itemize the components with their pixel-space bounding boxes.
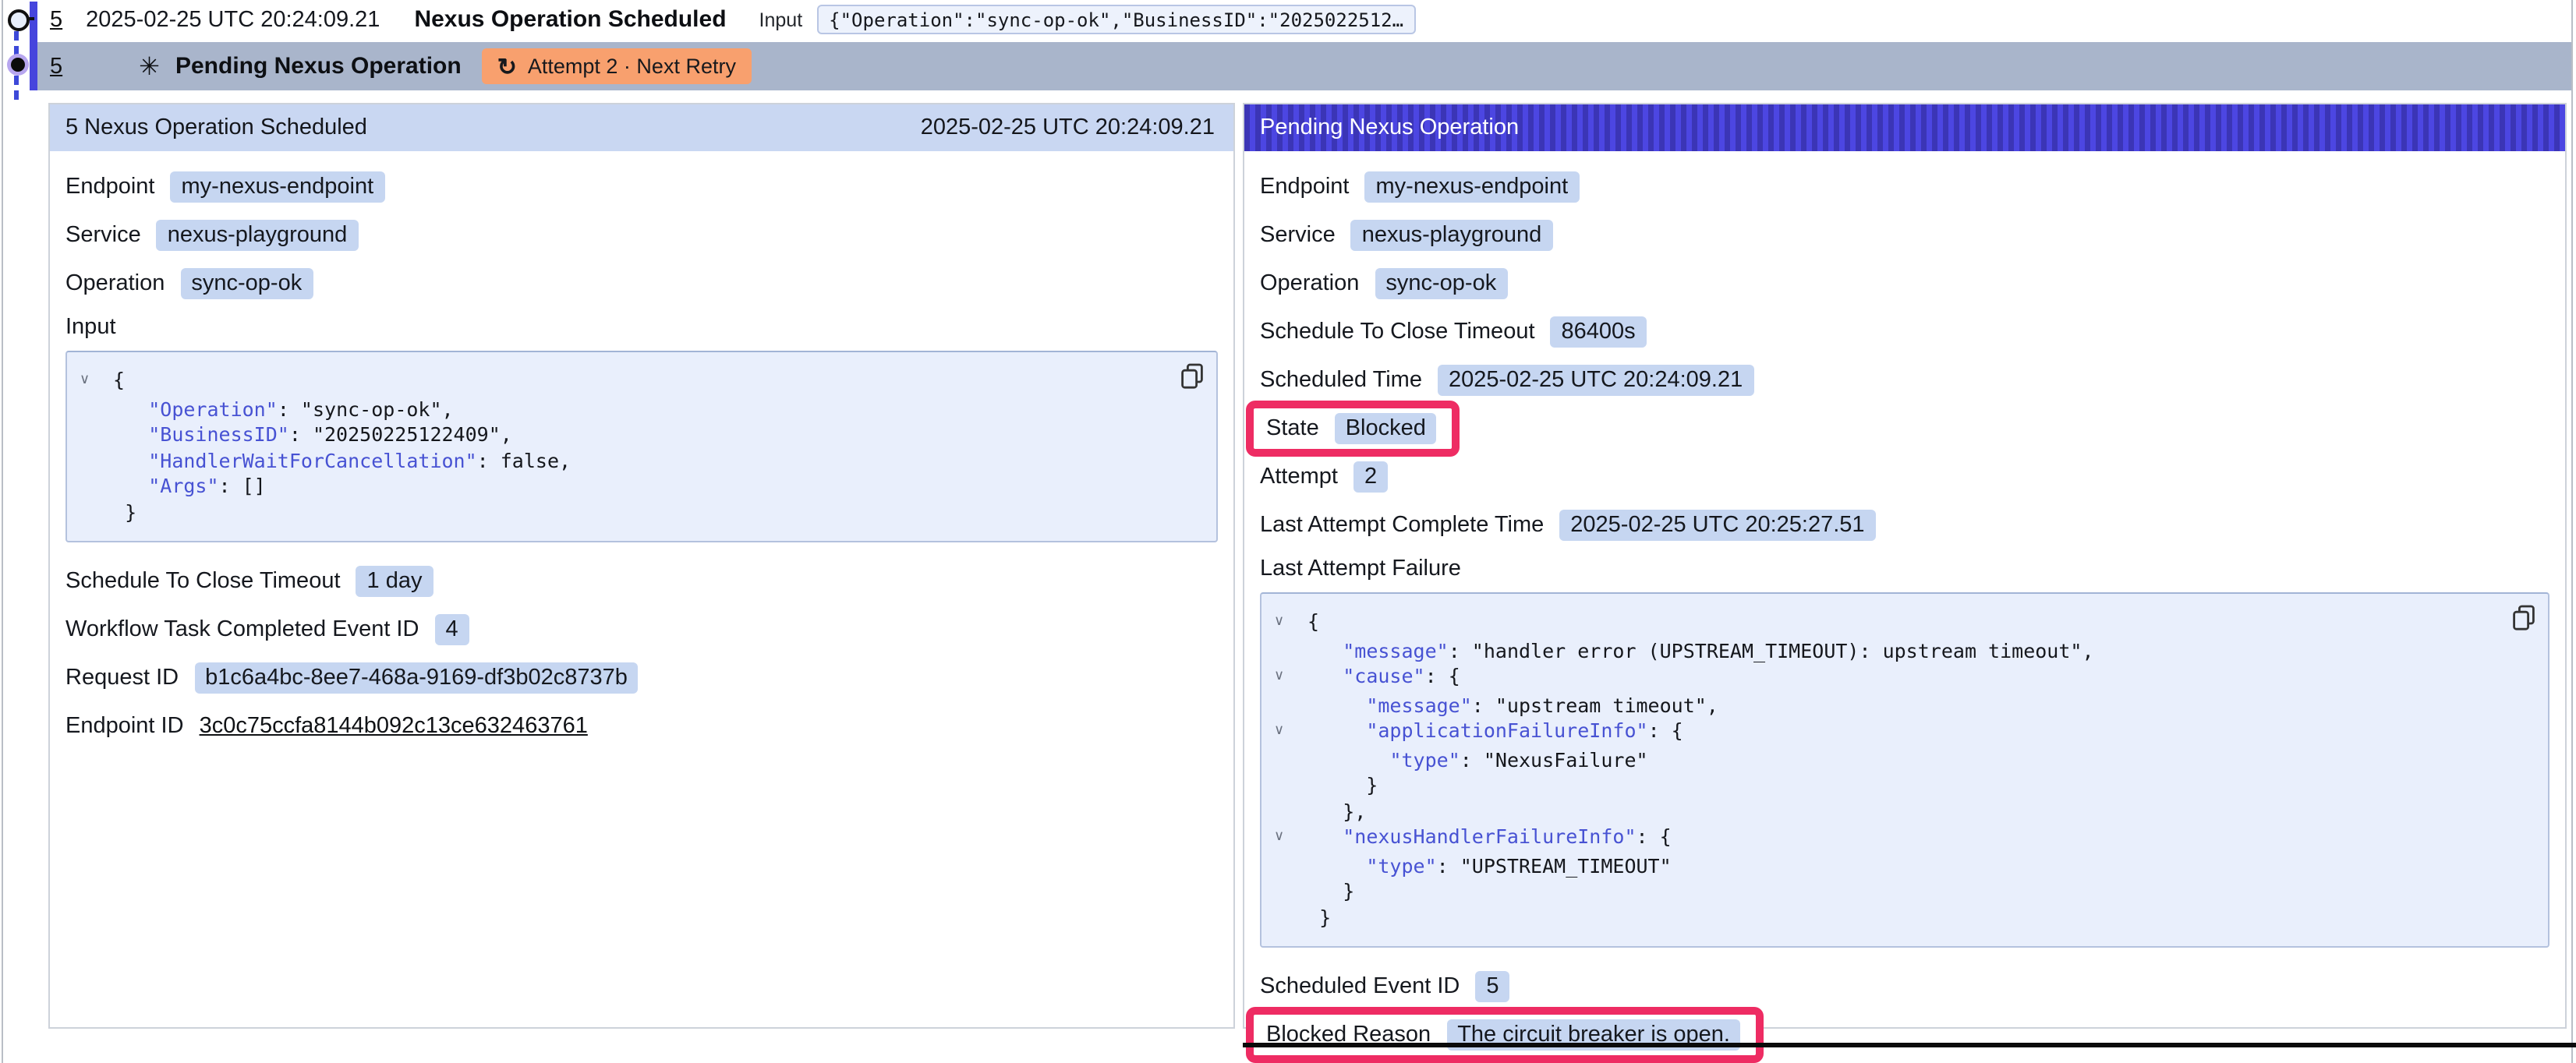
collapse-chevron-icon[interactable]: ∨ <box>1274 664 1296 690</box>
field-attempt: Attempt 2 <box>1260 460 2549 494</box>
field-label: Scheduled Event ID <box>1260 974 1460 999</box>
event-detail-panel: 5 Nexus Operation Scheduled 2025-02-25 U… <box>48 103 1235 1029</box>
field-endpoint: Endpoint my-nexus-endpoint <box>1260 170 2549 204</box>
field-value-chip: 2025-02-25 UTC 20:24:09.21 <box>1438 365 1753 396</box>
field-value-chip: 86400s <box>1551 316 1647 348</box>
pending-row-title: Pending Nexus Operation <box>175 53 462 79</box>
event-id-link[interactable]: 5 <box>50 7 62 32</box>
copy-icon[interactable] <box>1180 363 1204 390</box>
field-value-chip: my-nexus-endpoint <box>1365 171 1580 203</box>
field-label: Operation <box>65 271 165 296</box>
input-section-label: Input <box>65 315 1218 340</box>
field-label: Scheduled Time <box>1260 368 1422 393</box>
field-value-chip: 1 day <box>356 566 433 597</box>
timeline-filled-circle-icon <box>11 58 25 72</box>
collapse-chevron-icon[interactable]: ∨ <box>80 368 101 394</box>
input-json-viewer: ∨ { "Operation": "sync-op-ok", "Business… <box>65 351 1218 542</box>
event-history-view: 5 2025-02-25 UTC 20:24:09.21 Nexus Opera… <box>0 0 2576 1063</box>
state-highlight-annotation: State Blocked <box>1246 401 1460 457</box>
pending-event-id-link[interactable]: 5 <box>50 54 62 79</box>
field-label: Endpoint ID <box>65 714 184 739</box>
field-value-chip: nexus-playground <box>1351 220 1553 251</box>
field-label: Service <box>1260 223 1336 248</box>
timeline-open-circle-icon <box>8 9 30 31</box>
page-left-border <box>2 0 3 1063</box>
collapse-chevron-icon[interactable]: ∨ <box>1274 825 1296 850</box>
collapse-chevron-icon[interactable]: ∨ <box>1274 719 1296 744</box>
field-label: Service <box>65 223 141 248</box>
event-detail-header-timestamp: 2025-02-25 UTC 20:24:09.21 <box>921 115 1215 140</box>
field-endpoint-id: Endpoint ID 3c0c75ccfa8144b092c13ce63246… <box>65 709 1218 743</box>
field-label: Attempt <box>1260 464 1338 489</box>
nexus-asterisk-icon: ✳ <box>139 51 160 82</box>
endpoint-id-link[interactable]: 3c0c75ccfa8144b092c13ce632463761 <box>200 714 588 739</box>
field-label: Endpoint <box>1260 175 1350 200</box>
viewport-bottom-line <box>1243 1043 2576 1047</box>
field-value-chip: my-nexus-endpoint <box>171 171 385 203</box>
field-label: Workflow Task Completed Event ID <box>65 617 419 642</box>
field-service: Service nexus-playground <box>65 218 1218 253</box>
event-input-preview-chip: {"Operation":"sync-op-ok","BusinessID":"… <box>816 5 1416 34</box>
event-input-label: Input <box>759 9 803 30</box>
field-blocked-reason: Blocked Reason The circuit breaker is op… <box>1260 1018 2549 1052</box>
field-value-chip: b1c6a4bc-8ee7-468a-9169-df3b02c8737b <box>194 662 639 694</box>
retry-attempt-badge: ↻ Attempt 2 · Next Retry <box>482 48 752 84</box>
retry-badge-label: Attempt 2 · Next Retry <box>528 55 736 78</box>
field-value-chip: 4 <box>434 614 469 645</box>
last-attempt-failure-label: Last Attempt Failure <box>1260 556 2549 581</box>
field-label: State <box>1266 416 1319 441</box>
collapse-chevron-icon[interactable]: ∨ <box>1274 609 1296 635</box>
event-timestamp: 2025-02-25 UTC 20:24:09.21 <box>86 7 380 32</box>
event-detail-body: Endpoint my-nexus-endpoint Service nexus… <box>50 151 1233 743</box>
input-json-content: ∨ { "Operation": "sync-op-ok", "Business… <box>80 368 1163 525</box>
field-endpoint: Endpoint my-nexus-endpoint <box>65 170 1218 204</box>
field-scheduled-time: Scheduled Time 2025-02-25 UTC 20:24:09.2… <box>1260 363 2549 397</box>
field-service: Service nexus-playground <box>1260 218 2549 253</box>
field-scheduled-event-id: Scheduled Event ID 5 <box>1260 969 2549 1004</box>
field-value-chip: sync-op-ok <box>180 268 313 299</box>
field-label: Last Attempt Complete Time <box>1260 513 1544 538</box>
failure-json-content: ∨ { "message": "handler error (UPSTREAM_… <box>1274 609 2495 931</box>
field-operation: Operation sync-op-ok <box>1260 267 2549 301</box>
field-value-chip: 2025-02-25 UTC 20:25:27.51 <box>1559 510 1875 541</box>
field-label: Operation <box>1260 271 1359 296</box>
pending-operation-header: Pending Nexus Operation <box>1244 104 2565 151</box>
field-value-chip: 5 <box>1475 971 1509 1002</box>
field-label: Endpoint <box>65 175 155 200</box>
page-right-border <box>2571 0 2573 1063</box>
field-value-chip: sync-op-ok <box>1375 268 1507 299</box>
field-schedule-to-close-timeout: Schedule To Close Timeout 86400s <box>1260 315 2549 349</box>
event-title: Nexus Operation Scheduled <box>414 6 726 33</box>
blocked-reason-highlight-annotation: Blocked Reason The circuit breaker is op… <box>1246 1007 1764 1063</box>
field-schedule-to-close-timeout: Schedule To Close Timeout 1 day <box>65 564 1218 599</box>
field-value-chip: 2 <box>1353 461 1388 493</box>
copy-icon[interactable] <box>2512 605 2535 631</box>
timeline-connector <box>27 17 34 20</box>
pending-nexus-operation-row[interactable]: 5 ✳ Pending Nexus Operation ↻ Attempt 2 … <box>37 42 2571 90</box>
event-detail-header: 5 Nexus Operation Scheduled 2025-02-25 U… <box>50 104 1233 151</box>
pending-operation-body: Endpoint my-nexus-endpoint Service nexus… <box>1244 151 2565 1052</box>
field-label: Request ID <box>65 666 179 690</box>
field-operation: Operation sync-op-ok <box>65 267 1218 301</box>
event-row-nexus-operation-scheduled[interactable]: 5 2025-02-25 UTC 20:24:09.21 Nexus Opera… <box>37 0 2576 39</box>
field-workflow-task-completed-event-id: Workflow Task Completed Event ID 4 <box>65 613 1218 647</box>
field-last-attempt-complete-time: Last Attempt Complete Time 2025-02-25 UT… <box>1260 508 2549 542</box>
field-request-id: Request ID b1c6a4bc-8ee7-468a-9169-df3b0… <box>65 661 1218 695</box>
event-detail-header-title: 5 Nexus Operation Scheduled <box>65 115 367 140</box>
pending-operation-header-title: Pending Nexus Operation <box>1260 115 1519 140</box>
field-state: State Blocked <box>1260 411 2549 446</box>
field-label: Schedule To Close Timeout <box>1260 320 1535 344</box>
state-value-chip: Blocked <box>1335 413 1437 444</box>
timeline-selection-bar <box>30 2 37 90</box>
field-value-chip: nexus-playground <box>157 220 359 251</box>
field-label: Schedule To Close Timeout <box>65 569 341 594</box>
retry-icon: ↻ <box>497 52 517 80</box>
failure-json-viewer: ∨ { "message": "handler error (UPSTREAM_… <box>1260 592 2549 948</box>
pending-operation-panel: Pending Nexus Operation Endpoint my-nexu… <box>1243 103 2567 1029</box>
